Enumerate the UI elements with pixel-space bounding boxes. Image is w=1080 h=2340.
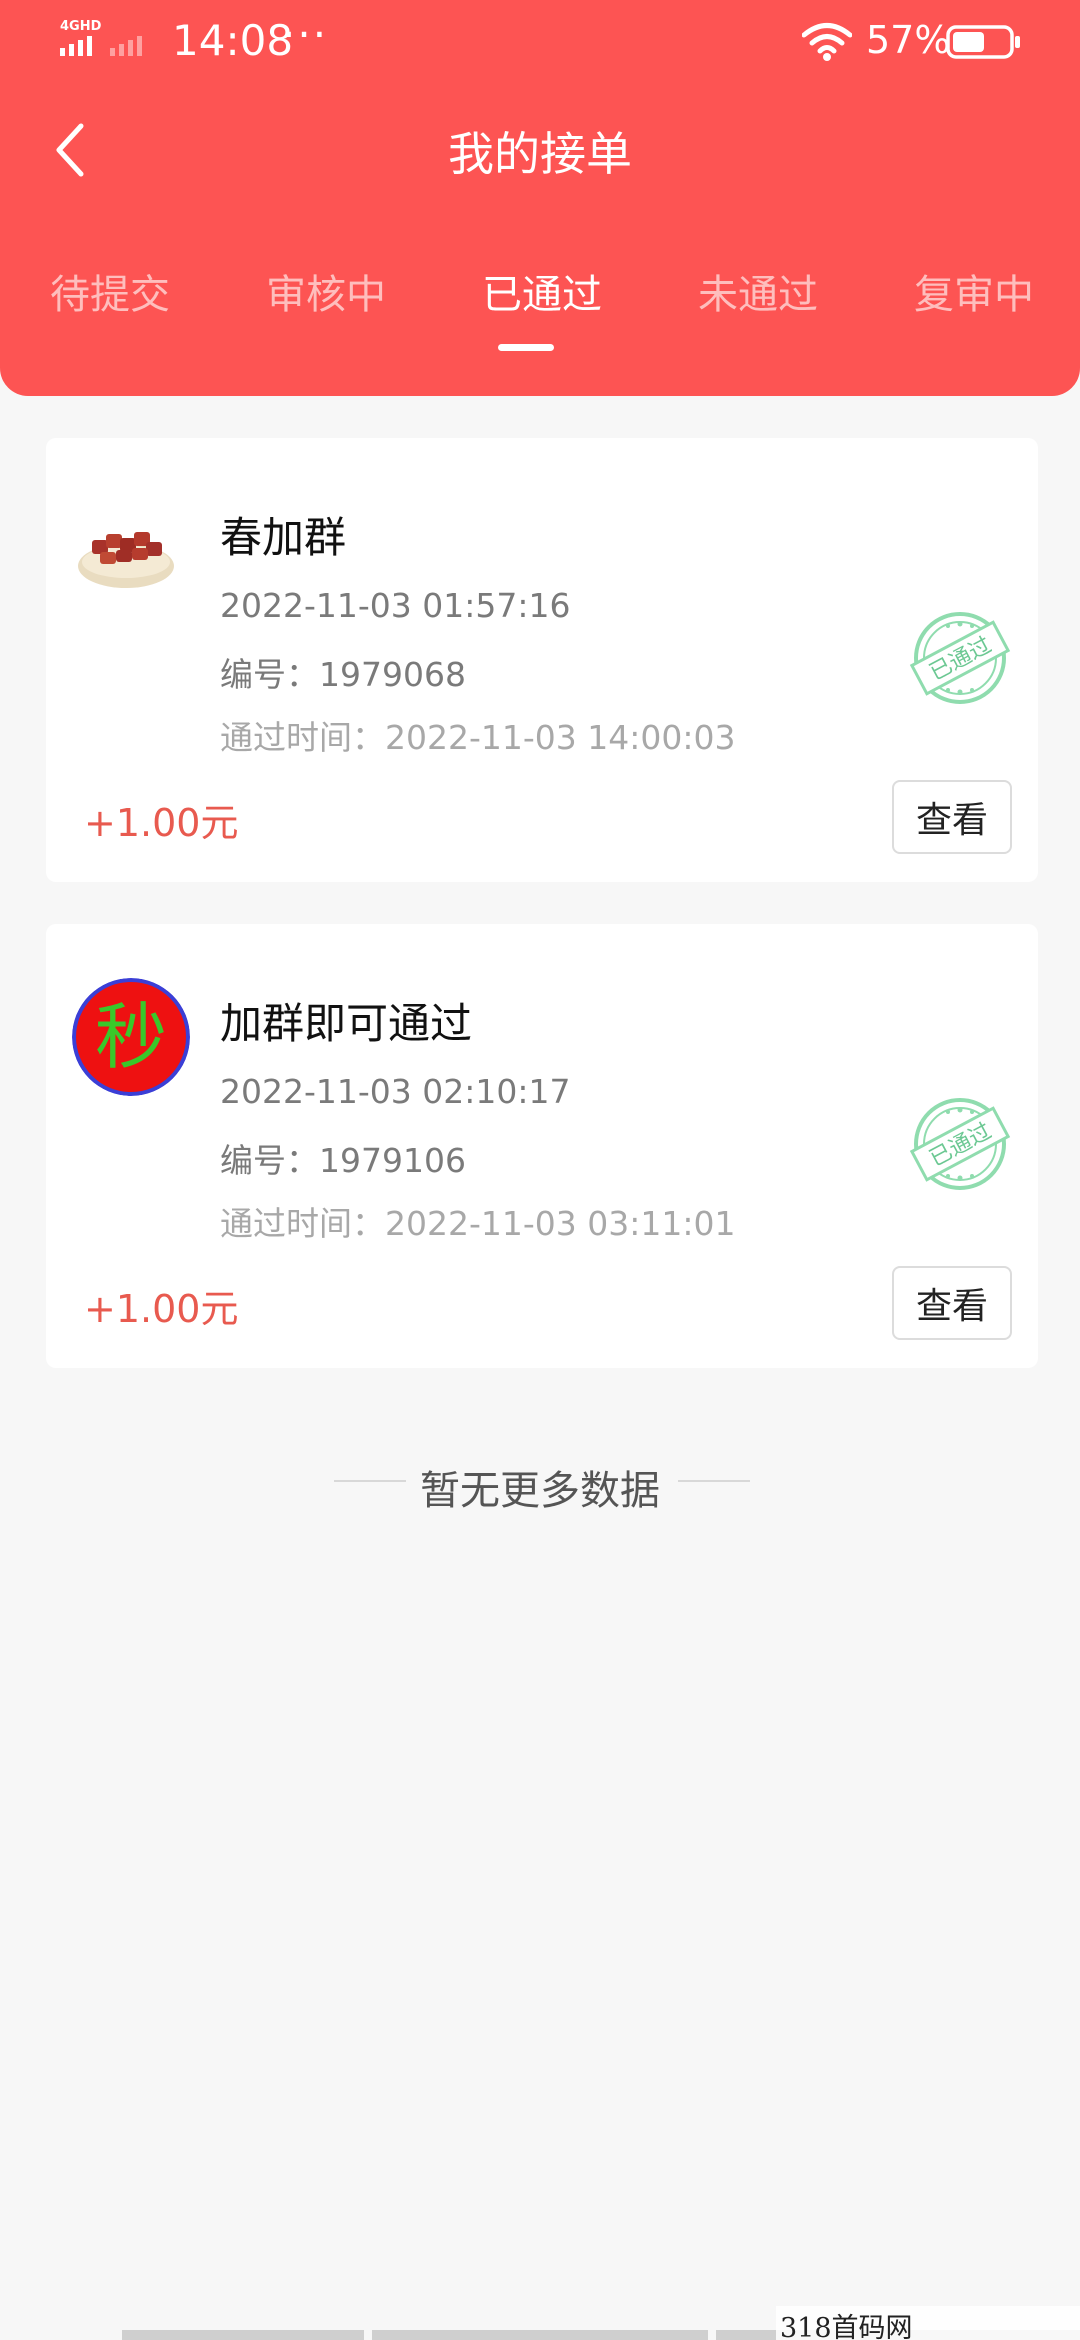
bottom-bar-segment <box>122 2330 364 2340</box>
dried-meat-bowl-image <box>78 532 174 588</box>
order-pass-time: 通过时间：2022-11-03 03:11:01 <box>220 1204 736 1243</box>
tab-rejected[interactable]: 未通过 <box>648 262 868 320</box>
order-card[interactable]: 秒 加群即可通过 2022-11-03 02:10:17 编号：1979106 … <box>46 924 1038 1368</box>
no-more-data: 暂无更多数据 <box>0 1452 1080 1514</box>
approved-stamp-icon: 已通过 <box>909 1098 1011 1190</box>
status-more: ··· <box>282 10 329 59</box>
tab-re-review[interactable]: 复审中 <box>864 262 1080 320</box>
battery-percent: 57% <box>866 18 951 62</box>
order-date: 2022-11-03 02:10:17 <box>220 1072 571 1111</box>
divider-line <box>678 1480 750 1482</box>
no-more-text: 暂无更多数据 <box>420 1468 660 1514</box>
status-time: 14:08 <box>172 16 294 65</box>
tab-pending-submit[interactable]: 待提交 <box>0 262 220 320</box>
status-bar: 4GHD 14:08 ··· 57% <box>0 0 1080 86</box>
wifi-icon <box>802 23 852 61</box>
miao-character-avatar: 秒 <box>72 978 190 1096</box>
order-thumbnail <box>74 502 178 606</box>
signal-icon: 4GHD <box>60 19 142 56</box>
order-pass-time: 通过时间：2022-11-03 14:00:03 <box>220 718 736 757</box>
tab-approved[interactable]: 已通过 <box>432 262 652 320</box>
tab-under-review[interactable]: 审核中 <box>216 262 436 320</box>
status-tabs: 待提交 审核中 已通过 未通过 复审中 <box>0 262 1080 352</box>
site-watermark: 318首码网 www.E318.com <box>776 2306 1080 2340</box>
page-title: 我的接单 <box>448 127 632 181</box>
order-thumbnail: 秒 <box>72 978 190 1096</box>
order-date: 2022-11-03 01:57:16 <box>220 586 571 625</box>
network-type: 4GHD <box>60 19 102 34</box>
order-id: 编号：1979106 <box>220 1141 466 1180</box>
order-title: 加群即可通过 <box>220 999 473 1048</box>
avatar-character: 秒 <box>95 995 167 1079</box>
view-button[interactable]: 查看 <box>892 1266 1012 1340</box>
order-card[interactable]: 春加群 2022-11-03 01:57:16 编号：1979068 通过时间：… <box>46 438 1038 882</box>
order-id: 编号：1979068 <box>220 655 466 694</box>
order-title: 春加群 <box>220 513 347 562</box>
view-button[interactable]: 查看 <box>892 780 1012 854</box>
order-amount: +1.00元 <box>84 801 239 845</box>
active-tab-indicator <box>498 344 554 351</box>
header: 4GHD 14:08 ··· 57% 我的接单 待提交 审核中 已通过 未通过 … <box>0 0 1080 396</box>
battery-icon <box>946 25 1020 59</box>
approved-stamp-icon: 已通过 <box>909 612 1011 704</box>
bottom-bar-segment <box>372 2330 708 2340</box>
order-amount: +1.00元 <box>84 1287 239 1331</box>
